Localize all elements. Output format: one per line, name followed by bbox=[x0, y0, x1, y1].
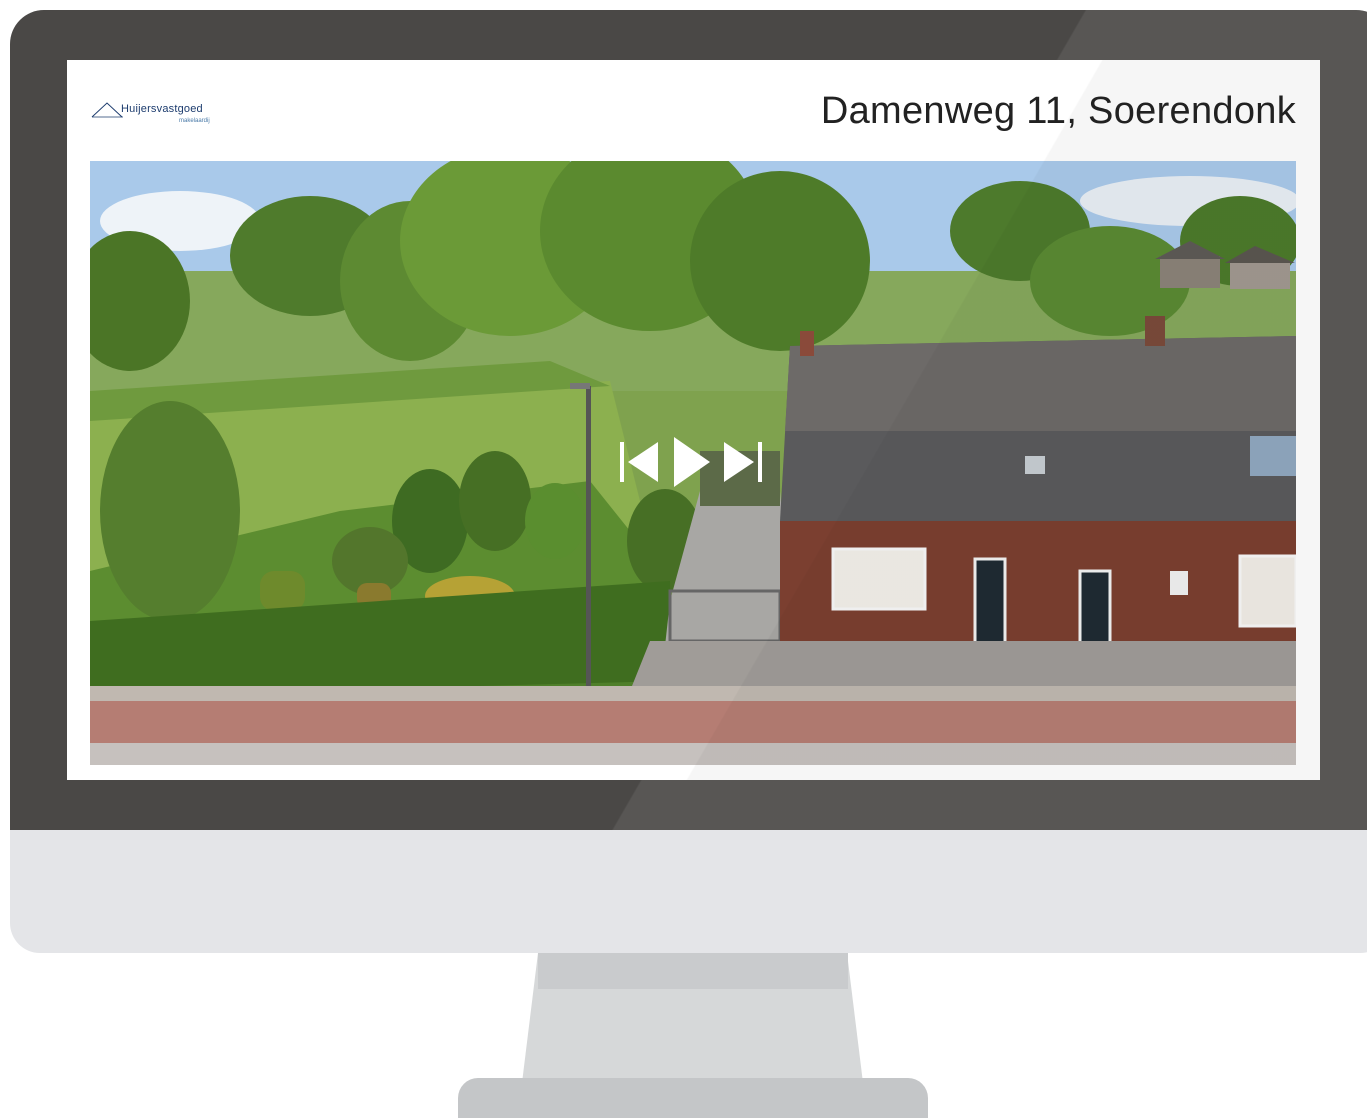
property-photo bbox=[90, 161, 1296, 765]
monitor-stand-shadow bbox=[538, 953, 848, 989]
skip-next-icon[interactable] bbox=[724, 440, 764, 484]
play-icon[interactable] bbox=[674, 437, 710, 487]
listing-title: Damenweg 11, Soerendonk bbox=[820, 90, 1296, 132]
house-roof-icon bbox=[91, 102, 123, 118]
brand-logo[interactable]: Huijersvastgoed makelaardij bbox=[91, 98, 221, 130]
slideshow-controls bbox=[620, 435, 790, 489]
logo-name: Huijersvastgoed bbox=[121, 103, 203, 115]
monitor-screen: Huijersvastgoed makelaardij Damenweg 11,… bbox=[67, 60, 1320, 780]
monitor-chin bbox=[10, 830, 1367, 953]
skip-previous-icon[interactable] bbox=[620, 440, 660, 484]
monitor-stand-base bbox=[458, 1078, 928, 1118]
logo-tagline: makelaardij bbox=[179, 118, 210, 124]
